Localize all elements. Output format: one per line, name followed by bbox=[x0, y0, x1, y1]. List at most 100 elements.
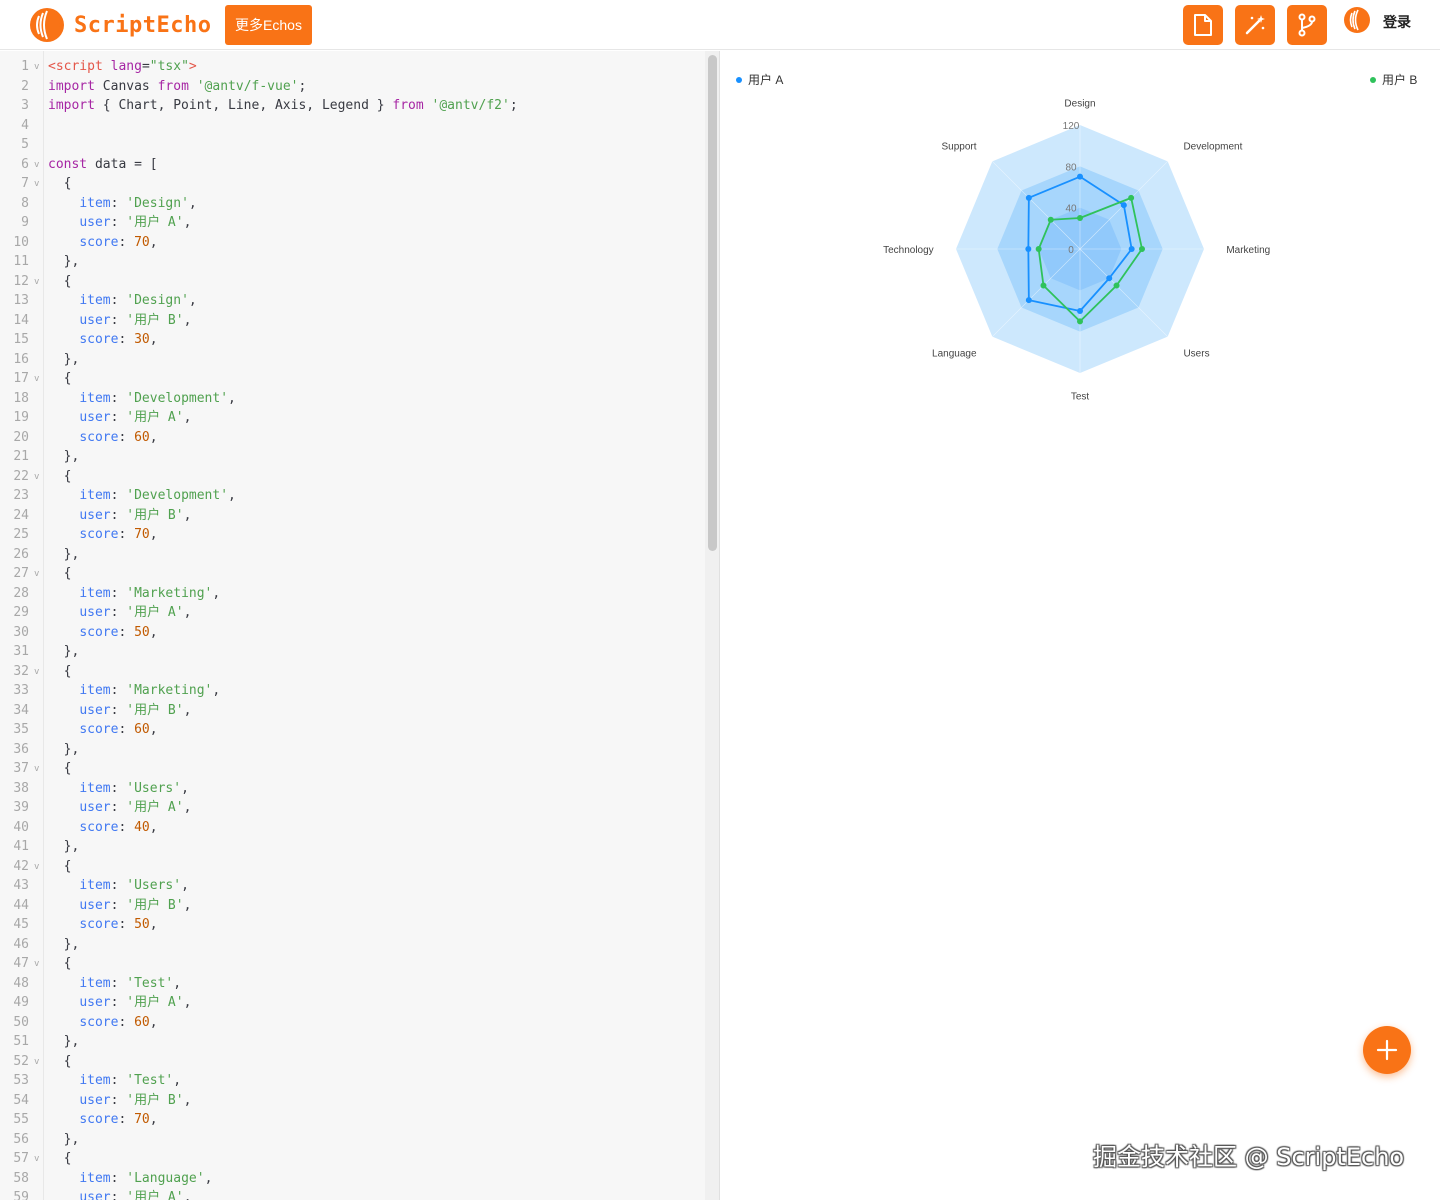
code-line[interactable]: 53 item: 'Test', bbox=[0, 1071, 705, 1091]
code-line[interactable]: 7v { bbox=[0, 174, 705, 194]
code-line[interactable]: 21 }, bbox=[0, 447, 705, 467]
code-line[interactable]: 25 score: 70, bbox=[0, 525, 705, 545]
code-line[interactable]: 6 v const data = [ bbox=[0, 155, 705, 175]
code-line[interactable]: 47 v { bbox=[0, 954, 705, 974]
add-button[interactable] bbox=[1363, 1026, 1411, 1074]
code-text: score: 50, bbox=[79, 624, 158, 640]
radar-point-1 bbox=[1120, 202, 1127, 209]
code-line[interactable]: 27 v { bbox=[0, 564, 705, 584]
code-line[interactable]: 37 v { bbox=[0, 759, 705, 779]
code-line[interactable]: 22 v { bbox=[0, 467, 705, 487]
code-line[interactable]: 9 user: '用户 A', bbox=[0, 213, 705, 233]
code-line[interactable]: 13 item: 'Design', bbox=[0, 291, 705, 311]
code-text: user: '用户 B', bbox=[79, 702, 192, 718]
fold-chevron-icon[interactable]: v bbox=[34, 369, 39, 389]
code-line[interactable]: 29 user: '用户 A', bbox=[0, 603, 705, 623]
code-text: { bbox=[48, 858, 72, 874]
fold-chevron-icon[interactable]: v bbox=[34, 954, 39, 974]
code-line[interactable]: 45 score: 50, bbox=[0, 915, 705, 935]
fold-chevron-icon[interactable]: v bbox=[34, 564, 39, 584]
code-line[interactable]: 32 v { bbox=[0, 662, 705, 682]
code-line[interactable]: 59 user: '用户 A', bbox=[0, 1188, 705, 1200]
line-number: 23 bbox=[13, 488, 29, 503]
code-line[interactable]: 12 v { bbox=[0, 272, 705, 292]
line-number: 52 bbox=[13, 1053, 29, 1069]
code-line[interactable]: 40 score: 40, bbox=[0, 818, 705, 838]
code-line[interactable]: 43 item: 'Users', bbox=[0, 876, 705, 896]
fold-chevron-icon[interactable]: v bbox=[34, 155, 39, 175]
magic-button[interactable] bbox=[1235, 5, 1275, 45]
fold-chevron-icon[interactable]: v bbox=[34, 662, 39, 682]
code-line[interactable]: 28 item: 'Marketing', bbox=[0, 584, 705, 604]
code-line[interactable]: 26 }, bbox=[0, 545, 705, 565]
code-line[interactable]: 35 score: 60, bbox=[0, 720, 705, 740]
fold-chevron-icon[interactable]: v bbox=[34, 467, 39, 487]
logo[interactable]: ScriptEcho bbox=[28, 6, 211, 44]
fold-chevron-icon[interactable]: v bbox=[34, 174, 39, 194]
fold-chevron-icon[interactable]: v bbox=[34, 272, 39, 292]
code-line[interactable]: 14 user: '用户 B', bbox=[0, 311, 705, 331]
code-text: item: 'Language', bbox=[79, 1170, 213, 1186]
code-line[interactable]: 31 }, bbox=[0, 642, 705, 662]
code-line[interactable]: 18 item: 'Development', bbox=[0, 389, 705, 409]
code-line[interactable]: 15 score: 30, bbox=[0, 330, 705, 350]
code-line[interactable]: 5 bbox=[0, 135, 705, 155]
code-line[interactable]: 55 score: 70, bbox=[0, 1110, 705, 1130]
code-line[interactable]: 38 item: 'Users', bbox=[0, 779, 705, 799]
fork-button[interactable] bbox=[1287, 5, 1327, 45]
code-line[interactable]: 3 import { Chart, Point, Line, Axis, Lege… bbox=[0, 96, 705, 116]
code-text: score: 70, bbox=[79, 1112, 158, 1127]
code-line[interactable]: 50 score: 60, bbox=[0, 1013, 705, 1033]
code-text: item: 'Development', bbox=[79, 390, 236, 406]
code-line[interactable]: 39 user: '用户 A', bbox=[0, 798, 705, 818]
code-line[interactable]: 52 v { bbox=[0, 1052, 705, 1072]
code-line[interactable]: 17 v { bbox=[0, 369, 705, 389]
editor-scroll-thumb[interactable] bbox=[708, 55, 717, 551]
code-line[interactable]: 23 item: 'Development', bbox=[0, 486, 705, 506]
code-line[interactable]: 56 }, bbox=[0, 1130, 705, 1150]
code-text: }, bbox=[48, 1131, 80, 1147]
user-avatar-icon[interactable] bbox=[1343, 5, 1373, 35]
code-line[interactable]: 49 user: '用户 A', bbox=[0, 993, 705, 1013]
code-line[interactable]: 36 }, bbox=[0, 740, 705, 760]
login-link[interactable]: 登录 bbox=[1383, 12, 1411, 32]
line-number: 24 bbox=[13, 507, 29, 523]
fold-chevron-icon[interactable]: v bbox=[34, 759, 39, 779]
code-line[interactable]: 20 score: 60, bbox=[0, 428, 705, 448]
code-line[interactable]: 54 user: '用户 B', bbox=[0, 1091, 705, 1111]
code-line[interactable]: 41 }, bbox=[0, 837, 705, 857]
radar-point-2 bbox=[1128, 194, 1135, 201]
fold-chevron-icon[interactable]: v bbox=[34, 1149, 39, 1169]
fold-chevron-icon[interactable]: v bbox=[34, 57, 39, 77]
code-line[interactable]: 48 item: 'Test', bbox=[0, 974, 705, 994]
code-line[interactable]: 33 item: 'Marketing', bbox=[0, 681, 705, 701]
code-line[interactable]: 10 score: 70, bbox=[0, 233, 705, 253]
code-line[interactable]: 58 item: 'Language', bbox=[0, 1169, 705, 1189]
code-line[interactable]: 44 user: '用户 B', bbox=[0, 896, 705, 916]
code-line[interactable]: 34 user: '用户 B', bbox=[0, 701, 705, 721]
code-text: const data = [ bbox=[48, 156, 158, 172]
new-file-button[interactable] bbox=[1183, 5, 1223, 45]
code-text: item: 'Users', bbox=[79, 878, 189, 893]
code-line[interactable]: 11 }, bbox=[0, 252, 705, 272]
code-line[interactable]: 19 user: '用户 A', bbox=[0, 408, 705, 428]
code-line[interactable]: 57 v { bbox=[0, 1149, 705, 1169]
line-number: 56 bbox=[13, 1131, 29, 1147]
code-line[interactable]: 24 user: '用户 B', bbox=[0, 506, 705, 526]
code-line[interactable]: 51 }, bbox=[0, 1032, 705, 1052]
code-line[interactable]: 8 item: 'Design', bbox=[0, 194, 705, 214]
fold-chevron-icon[interactable]: v bbox=[34, 1052, 39, 1072]
radar-point-1 bbox=[1128, 246, 1135, 252]
code-line[interactable]: 1 v <script lang="tsx"> bbox=[0, 57, 705, 77]
radar-chart: 0 40 80 120 Design Development Marketing Users T… bbox=[883, 99, 1270, 403]
code-line[interactable]: 46 }, bbox=[0, 935, 705, 955]
code-line[interactable]: 42 v { bbox=[0, 857, 705, 877]
fold-chevron-icon[interactable]: v bbox=[34, 857, 39, 877]
code-line[interactable]: 16 }, bbox=[0, 350, 705, 370]
code-line[interactable]: 4 bbox=[0, 116, 705, 136]
code-line[interactable]: 2 import Canvas from '@antv/f-vue'; bbox=[0, 77, 705, 97]
line-number: 20 bbox=[13, 429, 29, 445]
code-editor[interactable]: 1 v <script lang="tsx"> 2 import Canvas from… bbox=[0, 51, 720, 1200]
more-echos-button[interactable]: 更多Echos bbox=[225, 5, 312, 45]
code-line[interactable]: 30 score: 50, bbox=[0, 623, 705, 643]
